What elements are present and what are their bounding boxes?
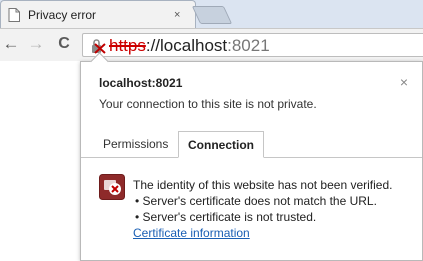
certificate-error-icon xyxy=(99,174,125,200)
tab-strip: Privacy error × xyxy=(0,0,423,28)
url-port: :8021 xyxy=(227,36,270,55)
browser-tab[interactable]: Privacy error × xyxy=(0,0,196,28)
broken-lock-icon[interactable] xyxy=(89,38,107,54)
url-host: ://localhost xyxy=(145,36,228,55)
page-icon xyxy=(8,8,20,22)
popup-status: Your connection to this site is not priv… xyxy=(99,97,317,111)
identity-warning: The identity of this website has not bee… xyxy=(133,178,393,192)
back-arrow-icon[interactable]: ← xyxy=(2,35,20,53)
new-tab-button[interactable] xyxy=(191,6,233,24)
url-scheme: https xyxy=(109,36,146,55)
toolbar: ← → C https://localhost:8021 xyxy=(0,28,423,61)
warning-bullet: • Server's certificate is not trusted. xyxy=(135,210,317,224)
address-bar[interactable]: https://localhost:8021 xyxy=(82,33,423,57)
url-text: https://localhost:8021 xyxy=(109,36,270,56)
popup-site-name: localhost:8021 xyxy=(99,76,183,90)
close-icon[interactable]: × xyxy=(400,75,408,89)
reload-icon[interactable]: C xyxy=(55,35,73,53)
connection-details: The identity of this website has not bee… xyxy=(133,177,392,241)
forward-arrow-icon[interactable]: → xyxy=(27,35,45,53)
warning-bullet: • Server's certificate does not match th… xyxy=(135,194,377,208)
certificate-information-link[interactable]: Certificate information xyxy=(133,226,250,240)
tab-connection[interactable]: Connection xyxy=(178,131,264,158)
tab-close-icon[interactable]: × xyxy=(174,9,180,21)
site-info-popup: localhost:8021 Your connection to this s… xyxy=(80,52,423,261)
popup-tabs: Permissions Connection xyxy=(81,131,422,158)
tab-permissions[interactable]: Permissions xyxy=(103,131,168,157)
tab-title: Privacy error xyxy=(28,8,97,22)
